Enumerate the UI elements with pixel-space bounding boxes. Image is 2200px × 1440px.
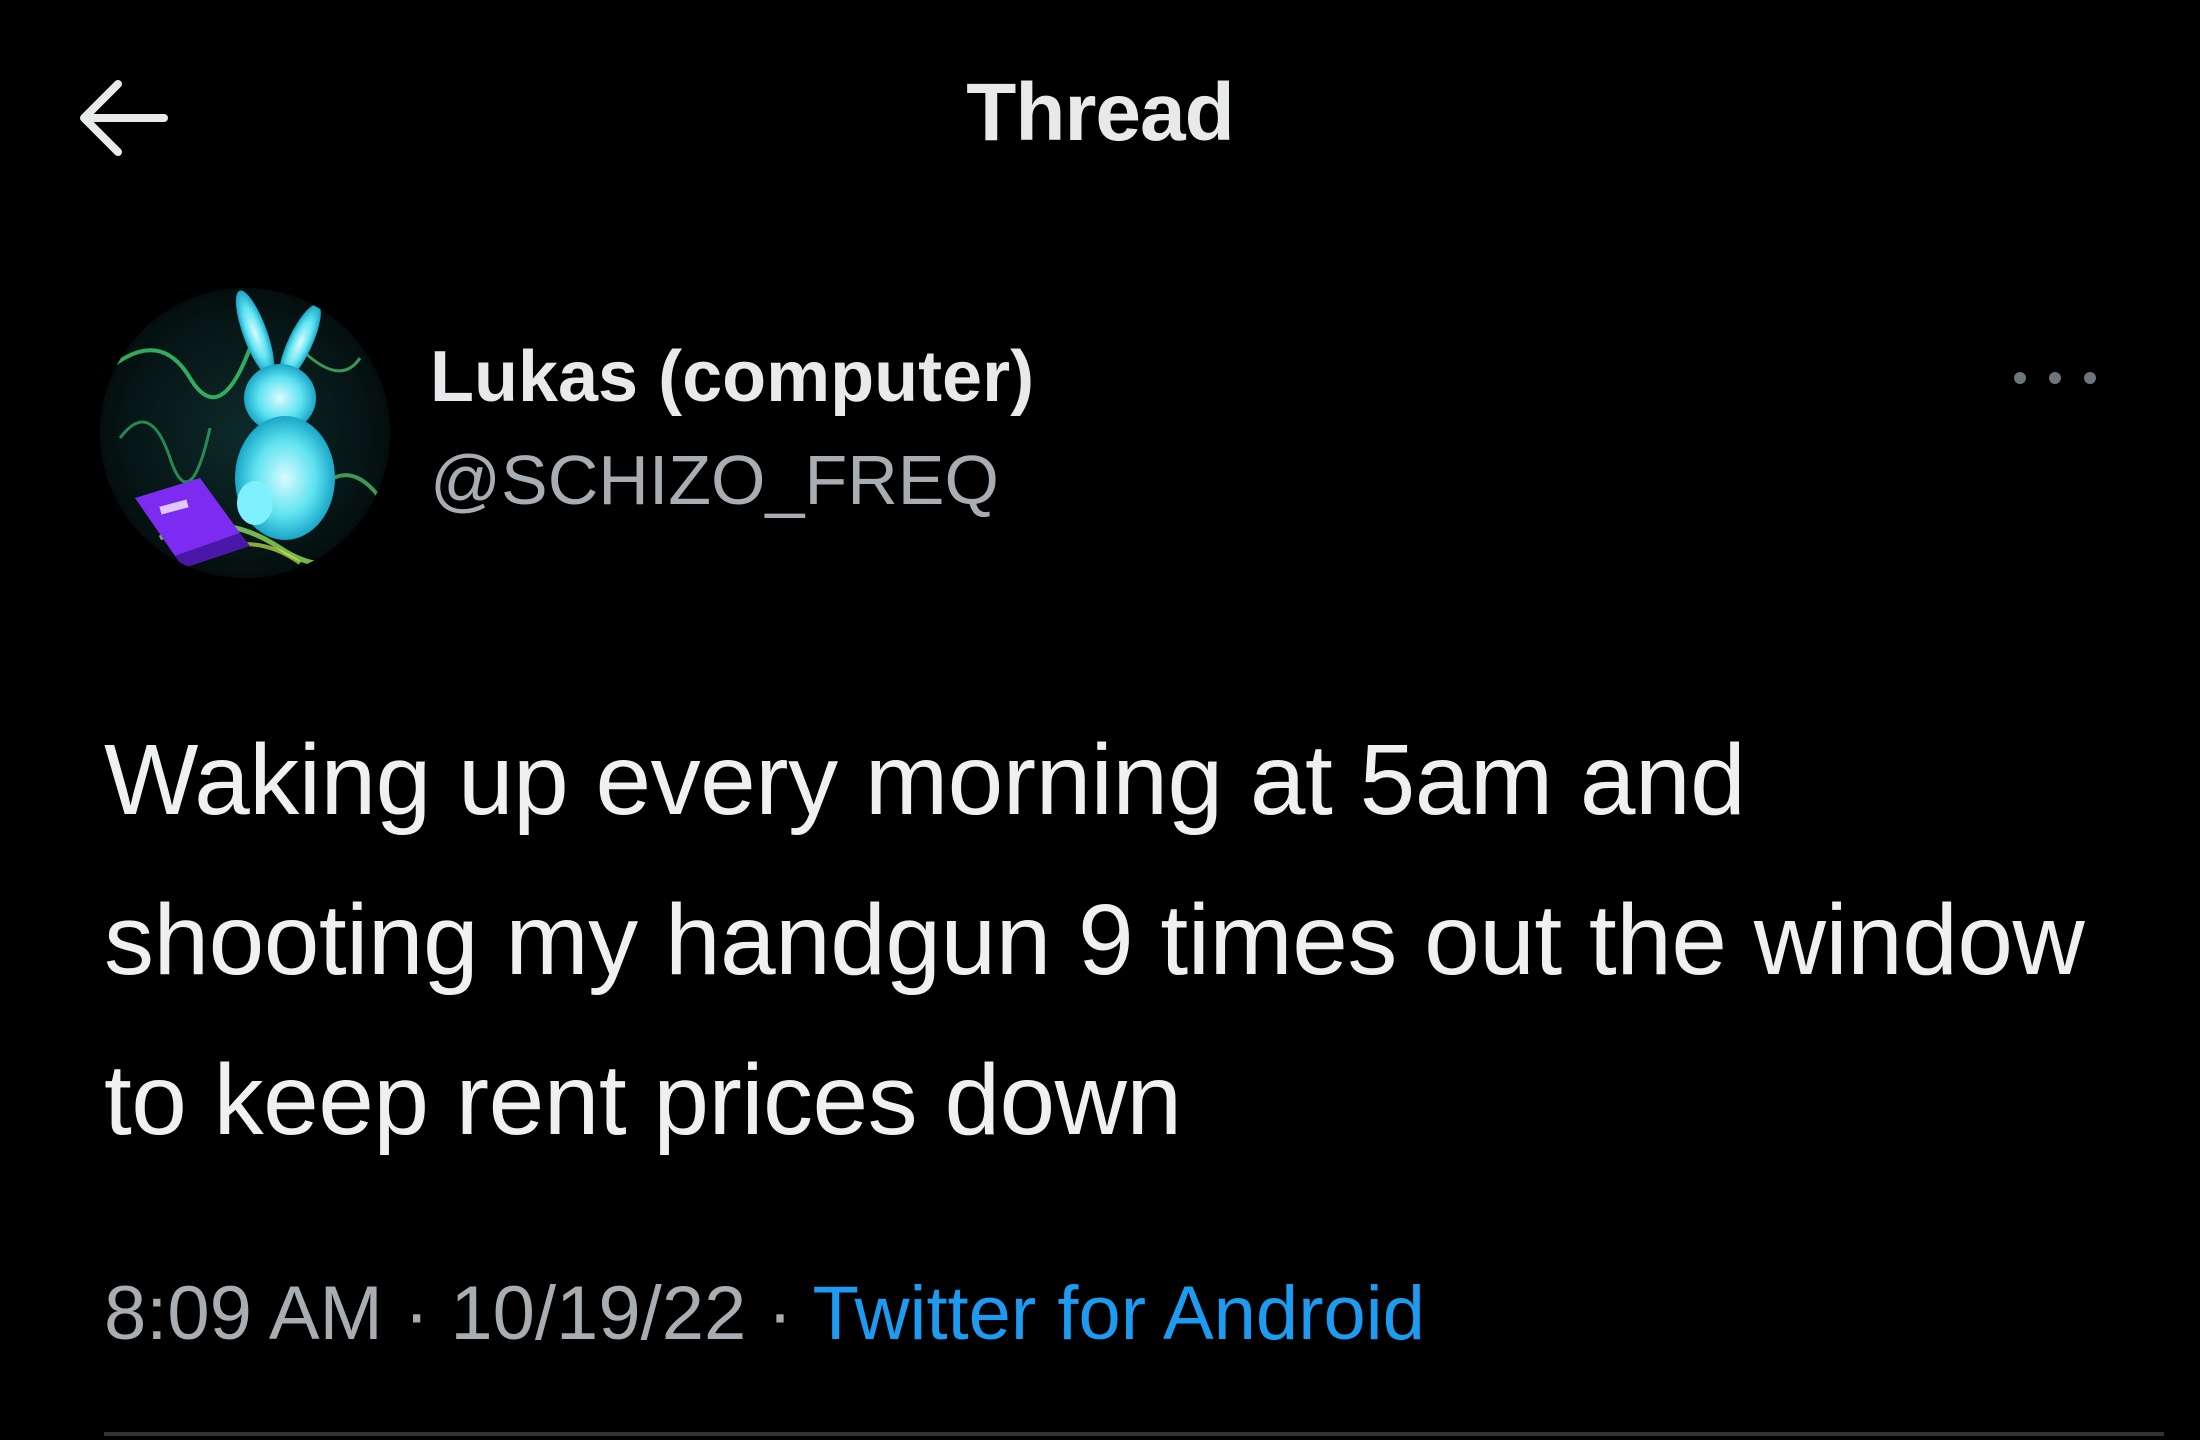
more-horizontal-icon-dot <box>2049 372 2061 384</box>
avatar-image <box>100 288 390 578</box>
more-options-button[interactable] <box>2010 358 2100 398</box>
page-title: Thread <box>966 67 1234 158</box>
tweet-author: Lukas (computer) @SCHIZO_FREQ <box>100 288 2100 578</box>
avatar[interactable] <box>100 288 390 578</box>
more-horizontal-icon <box>2014 372 2026 384</box>
tweet-text: Waking up every morning at 5am and shoot… <box>104 724 2085 1156</box>
separator-dot: · <box>403 1271 451 1356</box>
divider <box>104 1432 2164 1436</box>
author-handle[interactable]: @SCHIZO_FREQ <box>430 440 999 520</box>
top-bar: Thread <box>0 0 2200 232</box>
tweet-metadata: 8:09 AM · 10/19/22 · Twitter for Android <box>104 1270 1425 1357</box>
separator-dot: · <box>767 1271 813 1356</box>
more-horizontal-icon-dot <box>2084 372 2096 384</box>
tweet-source-link[interactable]: Twitter for Android <box>812 1271 1425 1356</box>
tweet-time[interactable]: 8:09 AM <box>104 1271 383 1356</box>
author-display-name[interactable]: Lukas (computer) <box>430 336 1034 418</box>
tweet-date[interactable]: 10/19/22 <box>450 1271 746 1356</box>
